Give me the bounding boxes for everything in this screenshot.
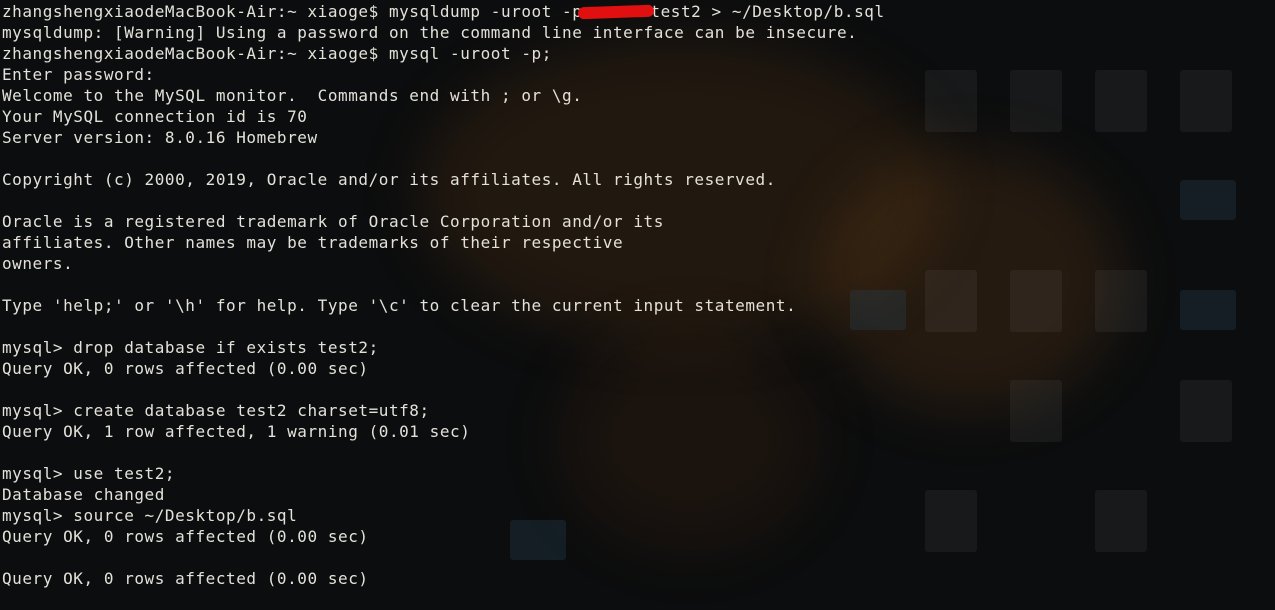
terminal-line: mysql> use test2;: [2, 464, 176, 483]
terminal-line: mysqldump: [Warning] Using a password on…: [2, 23, 858, 42]
terminal-line: Type 'help;' or '\h' for help. Type '\c'…: [2, 296, 797, 315]
terminal-line: Oracle is a registered trademark of Orac…: [2, 212, 664, 231]
terminal-line: Enter password:: [2, 65, 155, 84]
terminal-line: Database changed: [2, 485, 165, 504]
terminal-line: Server version: 8.0.16 Homebrew: [2, 128, 318, 147]
terminal-line: Copyright (c) 2000, 2019, Oracle and/or …: [2, 170, 776, 189]
terminal-line: Query OK, 1 row affected, 1 warning (0.0…: [2, 422, 471, 441]
terminal-line: Query OK, 0 rows affected (0.00 sec): [2, 359, 369, 378]
terminal-line: Welcome to the MySQL monitor. Commands e…: [2, 86, 583, 105]
terminal-line-segment: zhangshengxiaodeMacBook-Air:~ xiaoge$ my…: [2, 2, 583, 21]
terminal-line: Your MySQL connection id is 70: [2, 107, 308, 126]
terminal-line: zhangshengxiaodeMacBook-Air:~ xiaoge$ my…: [2, 1, 1275, 22]
terminal-output[interactable]: zhangshengxiaodeMacBook-Air:~ xiaoge$ my…: [2, 1, 1275, 589]
terminal-line-segment: test2 > ~/Desktop/b.sql: [650, 2, 885, 21]
terminal-line: Query OK, 0 rows affected (0.00 sec): [2, 527, 369, 546]
terminal-line: zhangshengxiaodeMacBook-Air:~ xiaoge$ my…: [2, 44, 552, 63]
terminal-line: mysql> source ~/Desktop/b.sql: [2, 506, 298, 525]
terminal-line: owners.: [2, 254, 74, 273]
password-redaction-mark: [578, 4, 655, 20]
terminal-line: Query OK, 0 rows affected (0.00 sec): [2, 569, 369, 588]
terminal-line: mysql> create database test2 charset=utf…: [2, 401, 430, 420]
terminal-line: mysql> drop database if exists test2;: [2, 338, 379, 357]
terminal-line: affiliates. Other names may be trademark…: [2, 233, 624, 252]
